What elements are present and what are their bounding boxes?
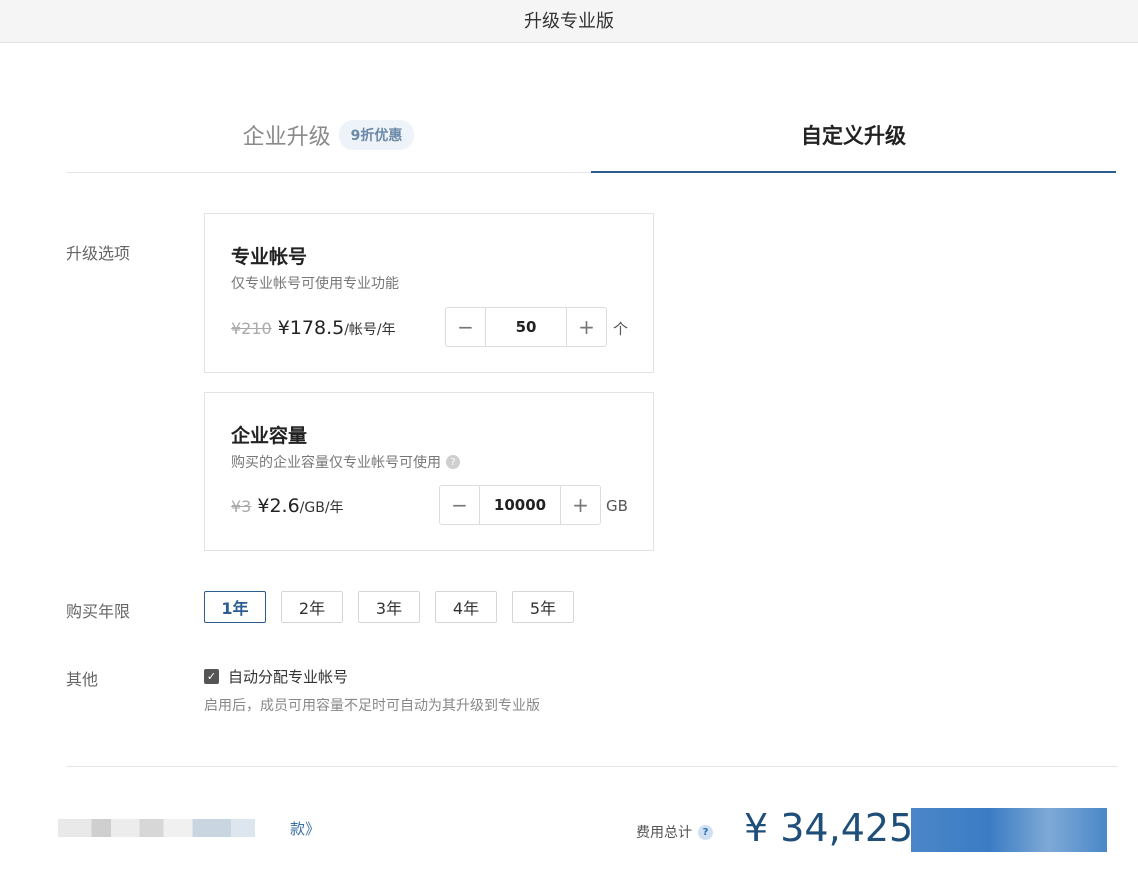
- storage-title: 企业容量: [231, 425, 308, 447]
- storage-description-text: 购买的企业容量仅专业帐号可使用: [231, 455, 441, 471]
- blurred-text: [58, 819, 298, 837]
- duration-option-5-years[interactable]: 5年: [512, 591, 574, 623]
- duration-option-3-years[interactable]: 3年: [358, 591, 420, 623]
- auto-assign-label[interactable]: 自动分配专业帐号: [228, 666, 348, 687]
- duration-label: 购买年限: [66, 602, 131, 621]
- question-icon[interactable]: ?: [446, 455, 460, 469]
- storage-description: 购买的企业容量仅专业帐号可使用 ?: [231, 452, 460, 472]
- discount-badge: 9折优惠: [338, 120, 415, 150]
- storage-old-price: ¥3: [231, 497, 252, 516]
- storage-quantity-unit: GB: [606, 497, 628, 515]
- storage-quantity-input[interactable]: [480, 486, 560, 524]
- storage-quantity-stepper: − +: [439, 485, 601, 525]
- auto-assign-checkbox[interactable]: ✓: [204, 669, 219, 684]
- pro-accounts-price-unit: /帐号/年: [344, 322, 396, 338]
- total-label-text: 费用总计: [636, 825, 692, 841]
- pro-accounts-title: 专业帐号: [231, 246, 308, 268]
- total-label: 费用总计 ?: [636, 822, 713, 842]
- pro-accounts-description: 仅专业帐号可使用专业功能: [231, 273, 399, 293]
- pro-accounts-old-price: ¥210: [231, 319, 272, 338]
- tab-enterprise-label: 企业升级: [242, 125, 331, 150]
- pro-accounts-quantity-input[interactable]: [486, 308, 566, 346]
- other-label: 其他: [66, 670, 99, 689]
- storage-card: 企业容量 购买的企业容量仅专业帐号可使用 ? ¥3 ¥2.6 /GB/年 − +…: [204, 392, 654, 551]
- pro-accounts-new-price: ¥178.5: [277, 317, 345, 339]
- plus-icon[interactable]: +: [560, 486, 600, 524]
- storage-price: ¥3 ¥2.6 /GB/年: [231, 495, 344, 517]
- question-icon[interactable]: ?: [698, 824, 713, 840]
- check-icon: ✓: [206, 670, 217, 683]
- terms-link[interactable]: 款》: [58, 815, 334, 841]
- auto-assign-row: ✓ 自动分配专业帐号: [204, 666, 348, 687]
- pro-accounts-description-text: 仅专业帐号可使用专业功能: [231, 276, 399, 292]
- tab-custom-upgrade[interactable]: 自定义升级: [591, 98, 1116, 173]
- storage-new-price: ¥2.6: [257, 495, 300, 517]
- pro-accounts-quantity-unit: 个: [613, 320, 629, 338]
- duration-option-4-years[interactable]: 4年: [435, 591, 497, 623]
- total-amount: ¥ 34,425: [744, 806, 914, 850]
- minus-icon[interactable]: −: [440, 486, 480, 524]
- window-titlebar: 升级专业版: [0, 0, 1138, 43]
- tab-custom-label: 自定义升级: [801, 123, 906, 148]
- upgrade-tabs: 企业升级 9折优惠 自定义升级: [66, 98, 1116, 173]
- duration-options: 1年 2年 3年 4年 5年: [204, 591, 589, 623]
- duration-option-2-years[interactable]: 2年: [281, 591, 343, 623]
- plus-icon[interactable]: +: [566, 308, 606, 346]
- upgrade-options-label: 升级选项: [66, 244, 131, 263]
- storage-price-unit: /GB/年: [299, 500, 344, 516]
- pro-accounts-quantity-stepper: − +: [445, 307, 607, 347]
- terms-link-tail: 款》: [290, 819, 321, 838]
- auto-assign-hint: 启用后，成员可用容量不足时可自动为其升级到专业版: [204, 698, 540, 714]
- duration-option-1-year[interactable]: 1年: [204, 591, 266, 623]
- footer-divider: [66, 766, 1118, 767]
- pro-accounts-price: ¥210 ¥178.5 /帐号/年: [231, 317, 396, 339]
- window-title: 升级专业版: [524, 11, 614, 32]
- tab-enterprise-upgrade[interactable]: 企业升级 9折优惠: [66, 98, 591, 172]
- pay-button[interactable]: [911, 808, 1107, 852]
- minus-icon[interactable]: −: [446, 308, 486, 346]
- pro-accounts-card: 专业帐号 仅专业帐号可使用专业功能 ¥210 ¥178.5 /帐号/年 − + …: [204, 213, 654, 373]
